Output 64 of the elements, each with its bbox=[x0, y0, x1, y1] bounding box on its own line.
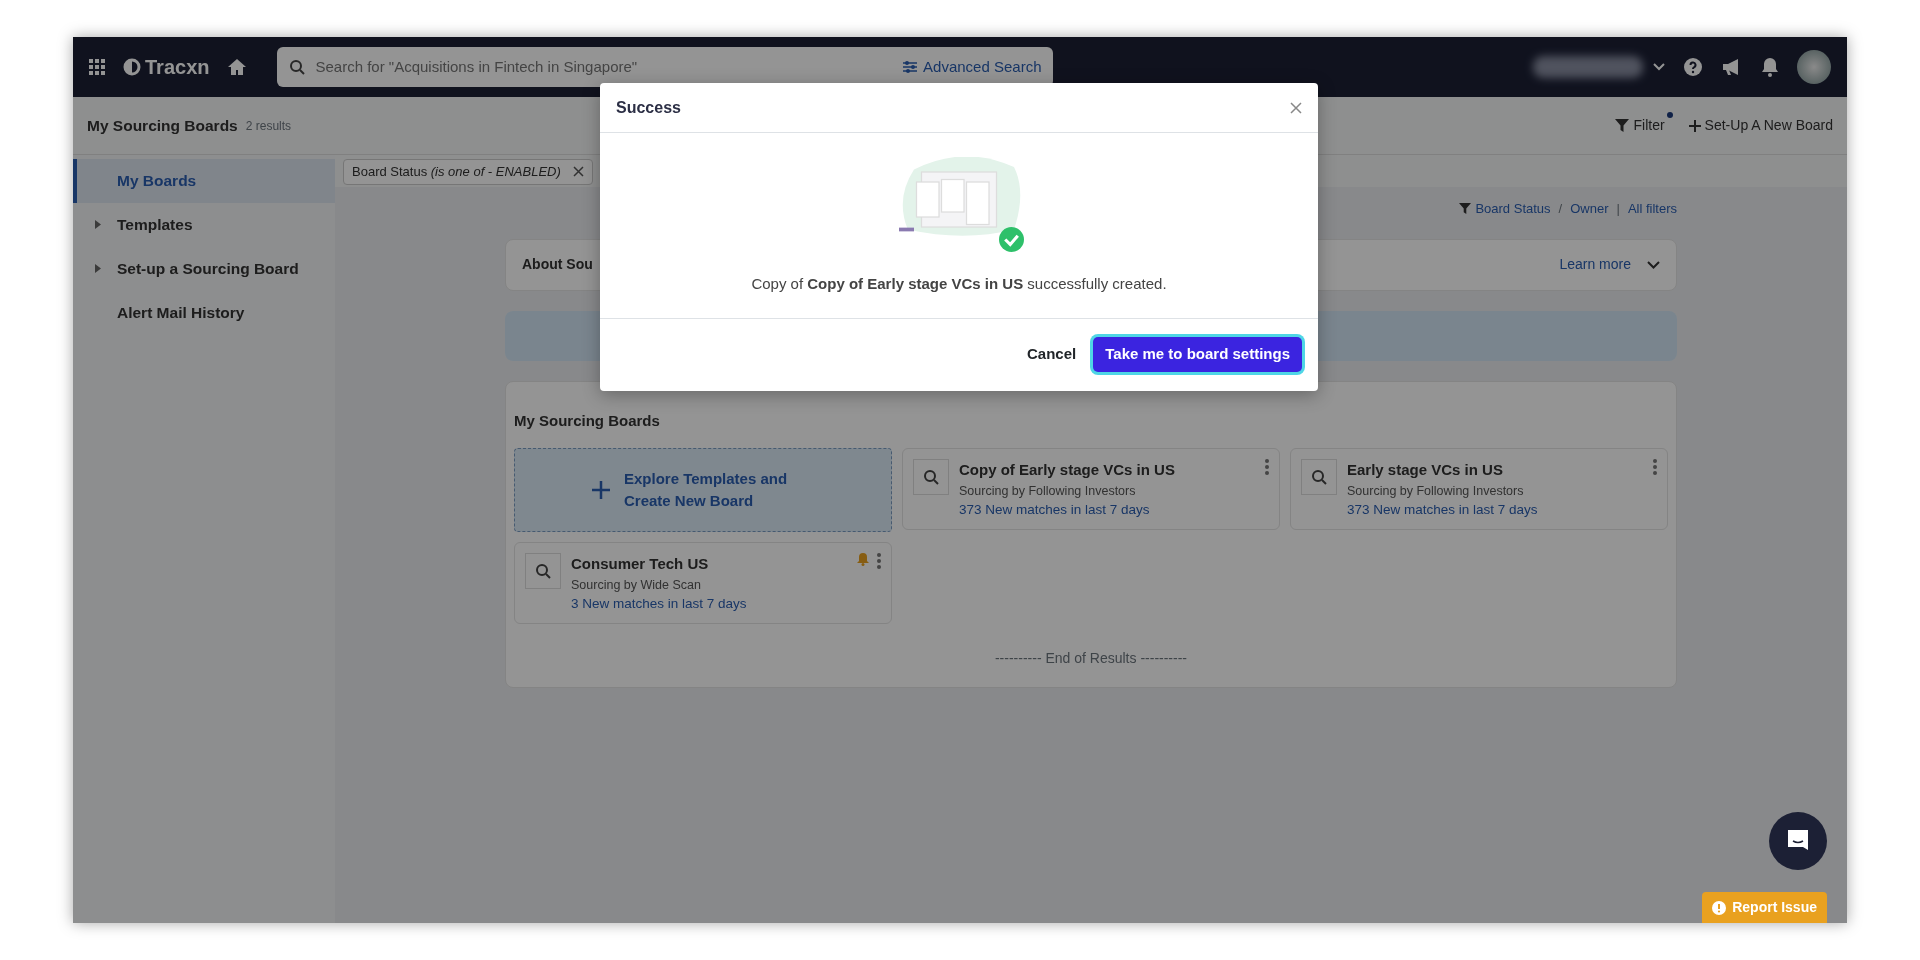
new-board-button[interactable]: Set-Up A New Board bbox=[1688, 115, 1833, 136]
sidebar-item[interactable]: My Boards bbox=[73, 159, 335, 203]
filter-button[interactable]: Filter bbox=[1615, 115, 1665, 136]
search-icon bbox=[535, 563, 551, 579]
funnel-icon bbox=[1459, 203, 1472, 215]
result-count: 2 results bbox=[245, 117, 292, 135]
panel-title: My Sourcing Boards bbox=[514, 410, 661, 431]
search-icon bbox=[1311, 469, 1327, 485]
link-separator: | bbox=[1616, 200, 1620, 218]
filter-chip[interactable]: Board Status (is one of - ENABLED) bbox=[343, 159, 593, 185]
expand-caret-icon bbox=[95, 220, 101, 229]
home-icon[interactable] bbox=[227, 58, 248, 76]
chat-button[interactable] bbox=[1769, 812, 1827, 870]
filter-link[interactable]: Owner bbox=[1570, 199, 1609, 219]
funnel-icon bbox=[1615, 119, 1630, 132]
learn-more-link[interactable]: Learn more bbox=[1559, 254, 1631, 275]
board-type: Sourcing by Following Investors bbox=[959, 482, 1137, 500]
alert-icon bbox=[1712, 900, 1727, 915]
plus-icon bbox=[592, 481, 610, 499]
avatar-icon[interactable] bbox=[1797, 50, 1831, 84]
report-issue-button[interactable]: Report Issue bbox=[1702, 892, 1827, 923]
sidebar-item[interactable]: Templates bbox=[73, 203, 335, 247]
board-name: Copy of Early stage VCs in US bbox=[959, 460, 1176, 480]
matches-link[interactable]: 3 New matches in last 7 days bbox=[571, 594, 847, 615]
link-separator: / bbox=[1558, 200, 1563, 218]
filter-link[interactable]: Board Status bbox=[1475, 199, 1551, 219]
end-of-results: ---------- End of Results ---------- bbox=[993, 649, 1189, 668]
advanced-search-link[interactable]: Advanced Search bbox=[902, 55, 1042, 79]
chevron-down-icon[interactable] bbox=[1647, 260, 1660, 269]
board-settings-button[interactable]: Take me to board settings bbox=[1093, 337, 1302, 372]
bell-icon[interactable] bbox=[1761, 57, 1779, 77]
close-icon[interactable] bbox=[572, 166, 584, 178]
matches-link[interactable]: 373 New matches in last 7 days bbox=[959, 500, 1255, 521]
more-options-icon[interactable] bbox=[877, 553, 881, 569]
more-options-icon[interactable] bbox=[1265, 459, 1269, 475]
filter-link[interactable]: All filters bbox=[1627, 199, 1677, 219]
more-options-icon[interactable] bbox=[1653, 459, 1657, 475]
apps-menu-icon[interactable] bbox=[89, 59, 105, 75]
cancel-button[interactable]: Cancel bbox=[1026, 342, 1078, 367]
sliders-icon bbox=[902, 60, 919, 74]
board-type: Sourcing by Wide Scan bbox=[571, 576, 702, 594]
help-icon[interactable] bbox=[1683, 57, 1703, 77]
page-title: My Sourcing Boards bbox=[87, 115, 238, 136]
board-card[interactable]: Copy of Early stage VCs in US Sourcing by Following Investors 373 New matches in last 7 days bbox=[902, 448, 1280, 530]
dialog-title: Success bbox=[616, 97, 681, 118]
matches-link[interactable]: 373 New matches in last 7 days bbox=[1347, 500, 1643, 521]
create-board-card[interactable]: Explore Templates and Create New Board bbox=[514, 448, 892, 532]
plus-icon bbox=[1688, 119, 1701, 132]
success-message: Copy of Copy of Early stage VCs in US successfully created. bbox=[751, 274, 1167, 294]
board-card[interactable]: Consumer Tech US Sourcing by Wide Scan 3 New matches in last 7 days bbox=[514, 542, 892, 624]
board-name: Early stage VCs in US bbox=[1347, 460, 1504, 480]
sidebar-item[interactable]: Alert Mail History bbox=[73, 291, 335, 335]
sidebar-item[interactable]: Set-up a Sourcing Board bbox=[73, 247, 335, 291]
search-icon bbox=[289, 59, 306, 75]
search-icon bbox=[923, 469, 939, 485]
logo-icon bbox=[123, 58, 141, 76]
board-card[interactable]: Early stage VCs in US Sourcing by Following Investors 373 New matches in last 7 days bbox=[1290, 448, 1668, 530]
logo-text: Tracxn bbox=[145, 55, 210, 80]
search-field[interactable]: Search for "Acquisitions in Fintech in Singapore" Advanced Search bbox=[277, 47, 1054, 87]
panel-title: About Sou bbox=[522, 255, 593, 274]
board-type: Sourcing by Following Investors bbox=[1347, 482, 1525, 500]
expand-caret-icon bbox=[95, 264, 101, 273]
board-name: Consumer Tech US bbox=[571, 554, 710, 574]
close-icon[interactable] bbox=[1290, 101, 1302, 114]
